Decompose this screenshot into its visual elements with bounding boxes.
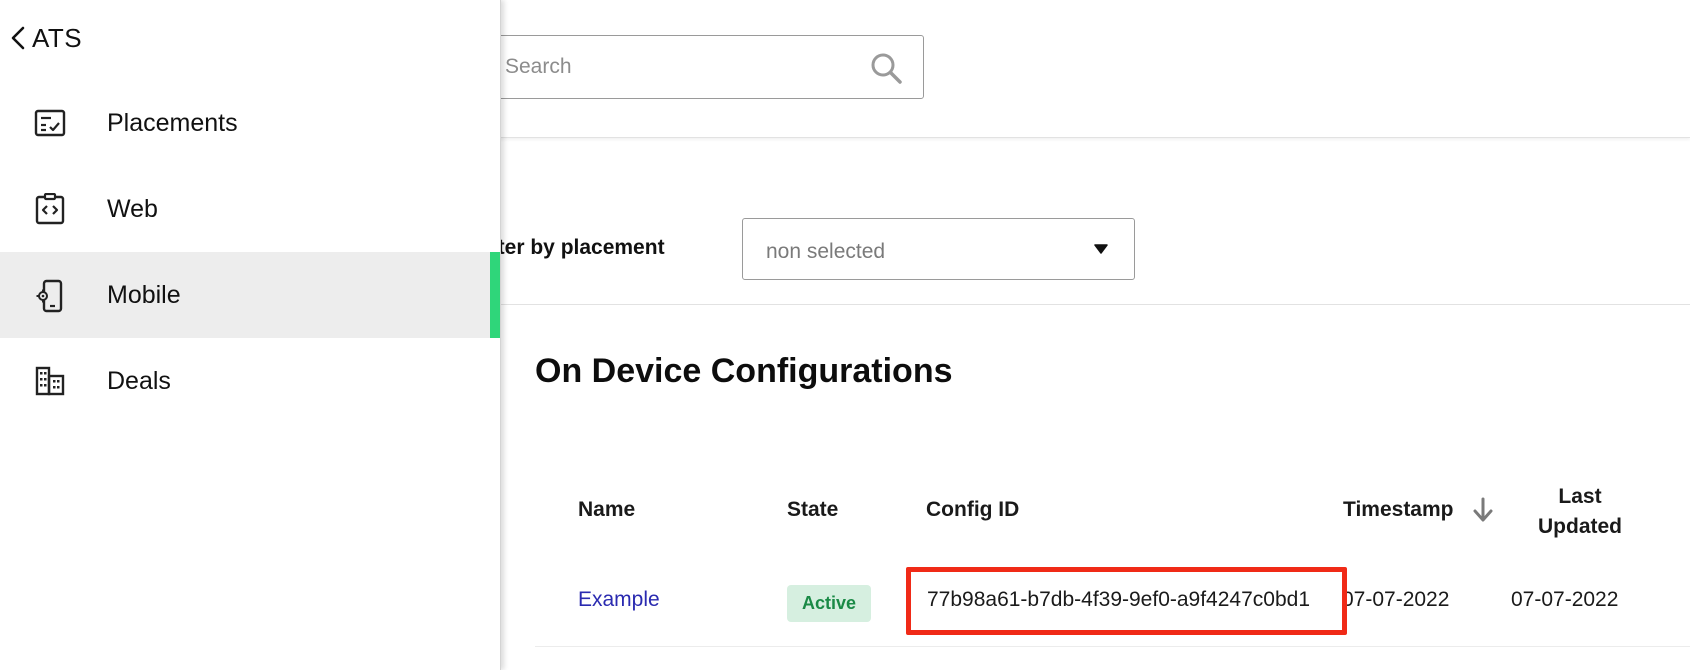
config-name-link[interactable]: Example bbox=[578, 588, 660, 612]
filter-select-value: non selected bbox=[766, 240, 886, 263]
search-input[interactable] bbox=[471, 36, 851, 98]
config-id-cell: 77b98a61-b7db-4f39-9ef0-a9f4247c0bd1 bbox=[927, 588, 1310, 611]
filter-label: ilter by placement bbox=[486, 236, 665, 259]
sort-arrow-down-icon[interactable] bbox=[1472, 497, 1494, 523]
sidebar-item-label: Deals bbox=[107, 367, 171, 395]
column-header-timestamp[interactable]: Timestamp bbox=[1343, 498, 1454, 522]
placement-filter-select[interactable]: non selected bbox=[742, 218, 1135, 280]
table-row: Example Active 77b98a61-b7db-4f39-9ef0-a… bbox=[535, 560, 1690, 647]
column-header-last-updated[interactable]: Last Updated bbox=[1520, 482, 1640, 542]
last-updated-cell: 07-07-2022 bbox=[1511, 588, 1619, 611]
sidebar: ATS Placements Web Mobile Deals bbox=[0, 0, 501, 670]
sidebar-item-deals[interactable]: Deals bbox=[0, 338, 500, 424]
status-badge: Active bbox=[787, 585, 872, 622]
building-icon bbox=[35, 366, 65, 396]
search-box[interactable] bbox=[470, 35, 924, 99]
back-to-ats-link[interactable]: ATS bbox=[10, 20, 82, 56]
column-header-name[interactable]: Name bbox=[578, 498, 635, 522]
checklist-icon bbox=[34, 109, 66, 137]
sidebar-item-label: Placements bbox=[107, 109, 238, 137]
column-header-state[interactable]: State bbox=[787, 498, 838, 522]
caret-down-icon bbox=[1094, 244, 1108, 254]
search-icon[interactable] bbox=[869, 51, 903, 85]
sidebar-item-placements[interactable]: Placements bbox=[0, 80, 500, 166]
code-page-icon bbox=[35, 193, 65, 225]
sidebar-item-label: Web bbox=[107, 195, 158, 223]
column-header-config-id[interactable]: Config ID bbox=[926, 498, 1019, 522]
chevron-left-icon bbox=[11, 26, 25, 50]
timestamp-cell: 07-07-2022 bbox=[1342, 588, 1450, 611]
section-title: On Device Configurations bbox=[535, 352, 953, 390]
back-label: ATS bbox=[32, 22, 83, 53]
sidebar-item-mobile[interactable]: Mobile bbox=[0, 252, 500, 338]
sidebar-item-label: Mobile bbox=[107, 281, 181, 309]
sidebar-item-web[interactable]: Web bbox=[0, 166, 500, 252]
mobile-settings-icon bbox=[36, 279, 63, 313]
